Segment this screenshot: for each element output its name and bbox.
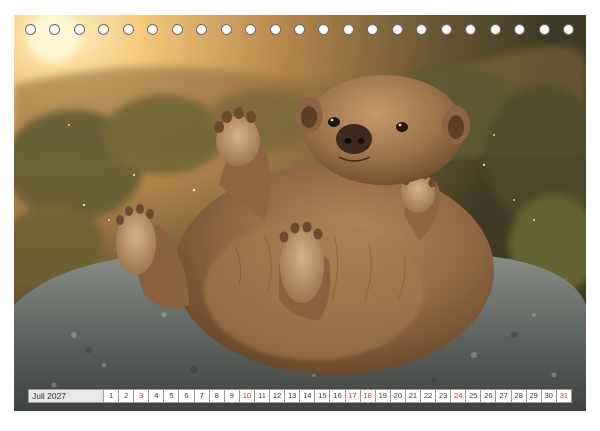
calendar-page: Juli 2027 1 2 3 4 5 6 7 8 9 10 11 12 13 14 15 16 17 18 19 2… xyxy=(0,0,600,431)
calendar-day: 9 xyxy=(224,389,240,403)
calendar-day: 7 xyxy=(194,389,210,403)
binding-hole xyxy=(563,24,574,35)
binding-hole xyxy=(367,24,379,35)
calendar-day: 16 xyxy=(330,389,346,403)
calendar-day: 17 xyxy=(345,389,361,403)
binding-holes xyxy=(14,24,586,40)
calendar-day: 6 xyxy=(179,389,195,403)
calendar-strip: Juli 2027 1 2 3 4 5 6 7 8 9 10 11 12 13 14 15 16 17 18 19 2… xyxy=(28,389,572,403)
calendar-days: 1 2 3 4 5 6 7 8 9 10 11 12 13 14 15 16 17 18 19 20 21 22 23 24 2… xyxy=(104,389,572,403)
calendar-day: 29 xyxy=(526,389,542,403)
calendar-day: 28 xyxy=(511,389,527,403)
binding-hole xyxy=(514,24,526,35)
calendar-day: 20 xyxy=(390,389,406,403)
binding-hole xyxy=(147,24,159,35)
binding-hole xyxy=(294,24,305,35)
calendar-day: 13 xyxy=(285,389,301,403)
calendar-month-label: Juli 2027 xyxy=(28,389,104,403)
binding-hole xyxy=(538,24,550,35)
calendar-day: 31 xyxy=(556,389,572,403)
binding-hole xyxy=(98,24,110,35)
binding-hole xyxy=(342,24,354,35)
calendar-day: 27 xyxy=(496,389,512,403)
binding-hole xyxy=(269,24,281,35)
binding-hole xyxy=(25,24,36,35)
binding-hole xyxy=(489,24,501,35)
calendar-day: 23 xyxy=(436,389,452,403)
wombat-photo xyxy=(14,15,586,411)
calendar-day: 12 xyxy=(270,389,286,403)
calendar-day: 19 xyxy=(375,389,391,403)
binding-hole xyxy=(73,24,85,35)
binding-hole xyxy=(122,24,134,35)
calendar-day: 18 xyxy=(360,389,376,403)
calendar-day: 3 xyxy=(134,389,150,403)
binding-hole xyxy=(318,24,330,35)
calendar-day: 5 xyxy=(164,389,180,403)
calendar-day: 10 xyxy=(239,389,255,403)
binding-hole xyxy=(391,24,403,35)
calendar-day: 14 xyxy=(300,389,316,403)
calendar-day: 26 xyxy=(481,389,497,403)
calendar-day: 22 xyxy=(420,389,437,403)
calendar-day: 1 xyxy=(104,389,120,403)
binding-hole xyxy=(465,24,477,35)
binding-hole xyxy=(245,24,257,35)
binding-hole xyxy=(440,24,452,35)
calendar-day: 2 xyxy=(119,389,135,403)
calendar-day: 4 xyxy=(149,389,165,403)
calendar-day: 15 xyxy=(315,389,331,403)
binding-hole xyxy=(416,24,428,35)
calendar-day: 21 xyxy=(405,389,421,403)
binding-hole xyxy=(171,24,183,35)
binding-hole xyxy=(49,24,61,35)
calendar-day: 30 xyxy=(541,389,557,403)
calendar-day: 25 xyxy=(466,389,482,403)
calendar-day: 11 xyxy=(254,389,271,403)
binding-hole xyxy=(220,24,232,35)
binding-hole xyxy=(196,24,208,35)
calendar-day: 24 xyxy=(451,389,467,403)
calendar-day: 8 xyxy=(209,389,225,403)
wombat-illustration xyxy=(14,15,586,411)
